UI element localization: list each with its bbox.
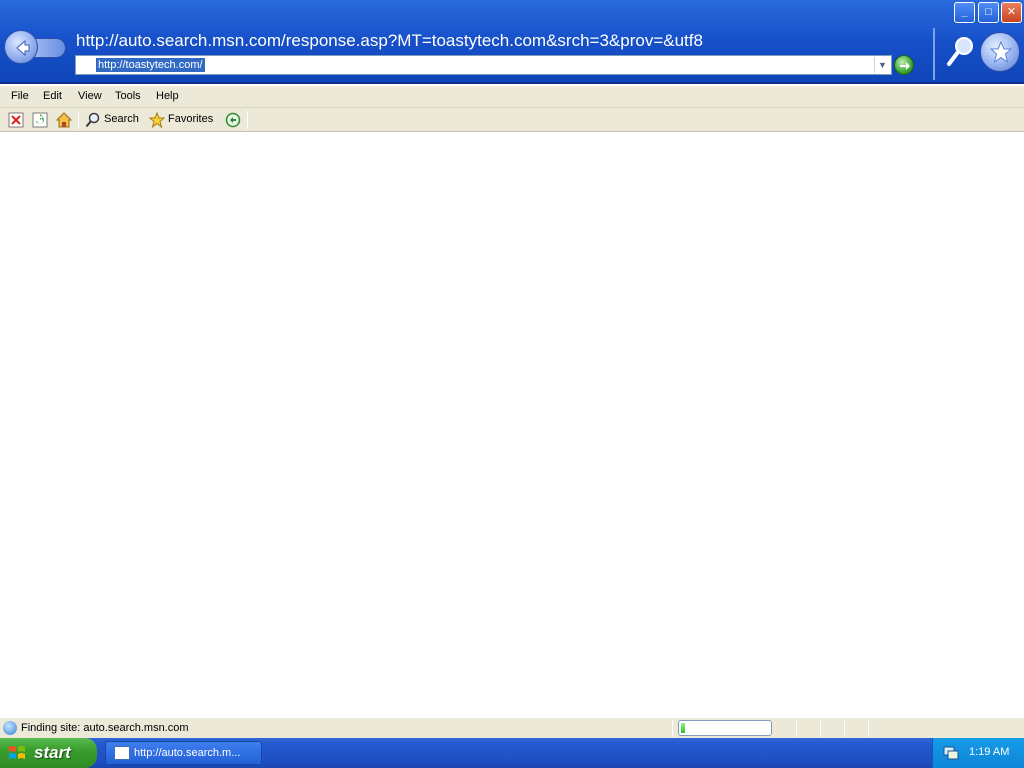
status-divider (844, 720, 845, 737)
browser-title-bar: http://auto.search.msn.com/response.asp?… (0, 0, 1024, 84)
favorites-button-large[interactable] (980, 32, 1020, 72)
progress-bar (678, 720, 772, 736)
address-dropdown-icon[interactable]: ▼ (874, 57, 890, 73)
back-button-tail[interactable] (34, 38, 66, 58)
status-divider (672, 720, 673, 737)
favorites-star-icon (990, 41, 1012, 63)
search-icon-small[interactable] (85, 112, 101, 128)
go-button[interactable] (894, 55, 914, 75)
status-divider (820, 720, 821, 737)
address-input-value[interactable]: http://toastytech.com/ (96, 58, 205, 72)
status-divider (796, 720, 797, 737)
address-bar[interactable]: http://toastytech.com/ ▼ (75, 55, 892, 75)
status-divider (868, 720, 869, 737)
menu-file[interactable]: File (11, 90, 29, 102)
progress-fill (681, 723, 685, 733)
back-icon (16, 39, 30, 57)
media-icon[interactable] (225, 112, 241, 128)
standard-toolbar: Search Favorites (0, 108, 1024, 132)
refresh-icon[interactable] (32, 112, 48, 128)
close-button[interactable]: ✕ (1001, 2, 1022, 23)
search-icon (947, 37, 973, 66)
taskbar-window-label: http://auto.search.m... (134, 747, 241, 759)
menu-edit[interactable]: Edit (43, 90, 62, 102)
start-label: start (34, 743, 71, 762)
stop-icon[interactable] (8, 112, 24, 128)
search-button-large[interactable] (946, 34, 976, 68)
status-text: Finding site: auto.search.msn.com (21, 722, 189, 734)
windows-logo-icon (9, 746, 25, 759)
taskbar: start http://auto.search.m... 1:19 AM (0, 738, 1024, 768)
system-tray: 1:19 AM (932, 738, 1024, 768)
ie-page-icon (114, 746, 130, 760)
page-content-area[interactable] (0, 132, 1024, 717)
page-title-url: http://auto.search.msn.com/response.asp?… (76, 31, 703, 50)
go-icon (900, 62, 910, 70)
menu-view[interactable]: View (78, 90, 102, 102)
back-button[interactable] (4, 30, 38, 64)
menu-tools[interactable]: Tools (115, 90, 141, 102)
menu-help[interactable]: Help (156, 90, 179, 102)
start-button[interactable]: start (0, 738, 97, 768)
network-icon[interactable] (943, 746, 959, 760)
maximize-button[interactable]: □ (978, 2, 999, 23)
favorites-button-label[interactable]: Favorites (168, 113, 213, 125)
globe-icon (3, 721, 17, 735)
search-button-label[interactable]: Search (104, 113, 139, 125)
taskbar-window-button[interactable]: http://auto.search.m... (105, 741, 262, 765)
clock: 1:19 AM (969, 746, 1010, 758)
minimize-button[interactable]: _ (954, 2, 975, 23)
status-bar: Finding site: auto.search.msn.com (0, 717, 1024, 738)
address-separator (933, 28, 935, 80)
toolbar-separator (78, 111, 79, 129)
favorites-icon[interactable] (149, 112, 165, 128)
toolbar-separator-end (247, 111, 248, 129)
menu-bar: File Edit View Tools Help (0, 86, 1024, 108)
home-icon[interactable] (56, 112, 72, 128)
